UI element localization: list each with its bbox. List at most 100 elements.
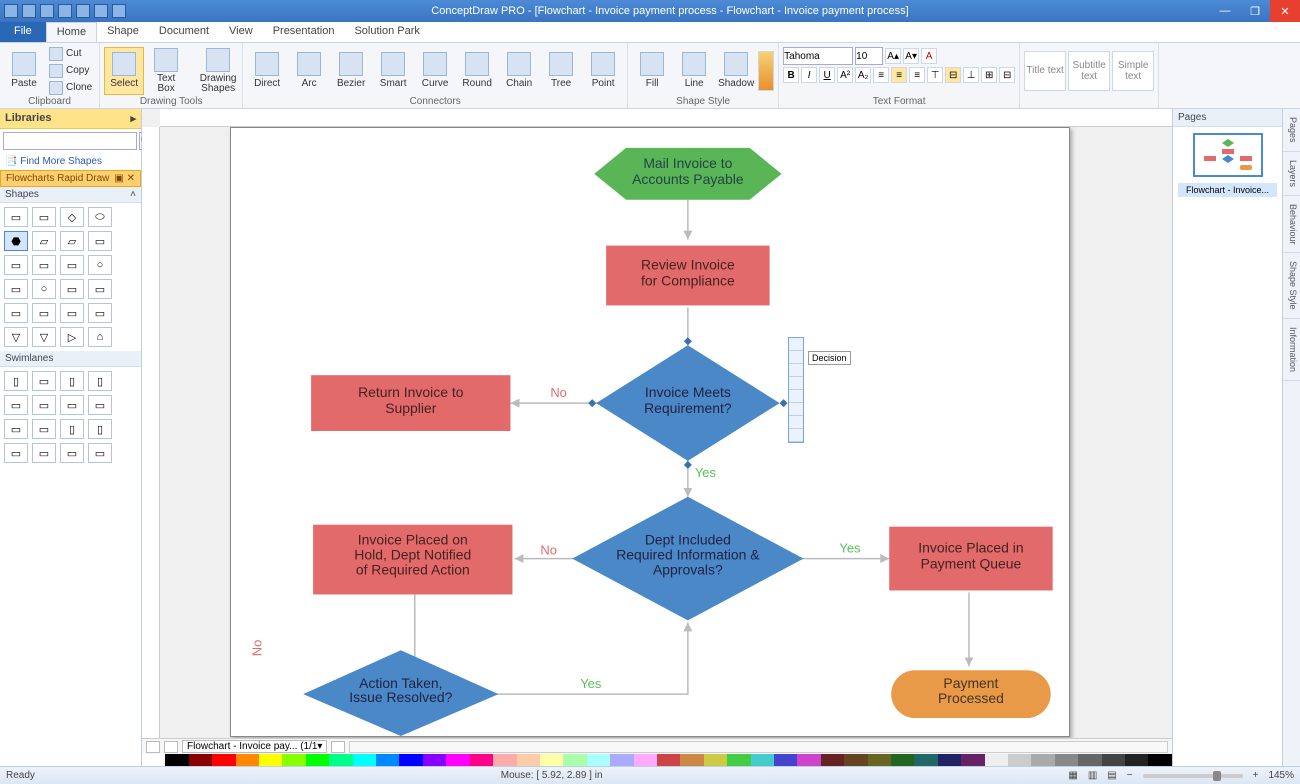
shape-item[interactable]: ▭: [88, 279, 112, 299]
close-button[interactable]: ✕: [1270, 0, 1300, 22]
float-btn[interactable]: [789, 429, 803, 442]
bezier-button[interactable]: Bezier: [331, 47, 371, 95]
shape-item[interactable]: ▭: [32, 419, 56, 439]
shape-item[interactable]: ▭: [60, 255, 84, 275]
collapse-icon[interactable]: ˄: [130, 189, 136, 200]
qat-btn[interactable]: [76, 4, 90, 18]
superscript-button[interactable]: A²: [837, 67, 853, 83]
valign-middle-button[interactable]: ⊟: [945, 67, 961, 83]
shape-item[interactable]: ▷: [60, 327, 84, 347]
shape-item[interactable]: ▭: [4, 255, 28, 275]
shape-item[interactable]: ▭: [4, 279, 28, 299]
shape-item[interactable]: ▽: [32, 327, 56, 347]
align-center-button[interactable]: ≡: [891, 67, 907, 83]
page-prev-button[interactable]: [164, 741, 178, 753]
shape-item[interactable]: ▯: [4, 371, 28, 391]
shape-item[interactable]: ▭: [32, 207, 56, 227]
zoom-slider[interactable]: [1143, 774, 1243, 778]
underline-button[interactable]: U: [819, 67, 835, 83]
align-left-button[interactable]: ≡: [873, 67, 889, 83]
search-input[interactable]: [3, 132, 137, 150]
shape-item[interactable]: ▭: [32, 371, 56, 391]
vtab-behaviour[interactable]: Behaviour: [1283, 196, 1300, 254]
shape-item[interactable]: ▭: [88, 231, 112, 251]
bold-button[interactable]: B: [783, 67, 799, 83]
shape-item[interactable]: ⌂: [88, 327, 112, 347]
shape-item[interactable]: ▭: [88, 303, 112, 323]
shape-item[interactable]: ▭: [4, 443, 28, 463]
shape-item[interactable]: ▭: [60, 303, 84, 323]
curve-button[interactable]: Curve: [415, 47, 455, 95]
page-thumbnail-name[interactable]: Flowchart - Invoice...: [1178, 183, 1277, 197]
smart-button[interactable]: Smart: [373, 47, 413, 95]
find-shapes-link[interactable]: 📑 Find More Shapes: [0, 153, 141, 170]
valign-bottom-button[interactable]: ⊥: [963, 67, 979, 83]
tab-home[interactable]: Home: [46, 22, 97, 42]
shape-item[interactable]: ▽: [4, 327, 28, 347]
zoom-out-button[interactable]: −: [1127, 770, 1133, 781]
shape-item[interactable]: ▭: [32, 395, 56, 415]
paste-button[interactable]: Paste: [4, 47, 44, 95]
shape-item[interactable]: ⬣: [4, 231, 28, 251]
shape-item[interactable]: ▱: [32, 231, 56, 251]
vtab-shape-style[interactable]: Shape Style: [1283, 253, 1300, 319]
tab-view[interactable]: View: [219, 22, 263, 42]
shape-item[interactable]: ▭: [60, 279, 84, 299]
italic-button[interactable]: I: [801, 67, 817, 83]
view-button[interactable]: ▦: [1068, 770, 1077, 781]
align-right-button[interactable]: ≡: [909, 67, 925, 83]
shape-item[interactable]: ▭: [88, 443, 112, 463]
float-btn[interactable]: [789, 377, 803, 390]
arc-button[interactable]: Arc: [289, 47, 329, 95]
shape-item[interactable]: ▭: [60, 395, 84, 415]
category-header[interactable]: Flowcharts Rapid Draw▣ ✕: [0, 170, 141, 187]
drawing-page[interactable]: No Yes No Yes No Yes Mail Invoice toAcco…: [230, 127, 1070, 737]
qat-btn[interactable]: [112, 4, 126, 18]
pin-icon[interactable]: ▸: [130, 112, 136, 125]
floating-toolbar[interactable]: [788, 337, 804, 443]
shape-item[interactable]: ▱: [60, 231, 84, 251]
shape-item[interactable]: ▯: [60, 371, 84, 391]
tab-file[interactable]: File: [0, 22, 46, 42]
maximize-button[interactable]: ❐: [1240, 0, 1270, 22]
indent-button[interactable]: ⊞: [981, 67, 997, 83]
tab-solution[interactable]: Solution Park: [344, 22, 429, 42]
float-btn[interactable]: [789, 338, 803, 351]
shape-item[interactable]: ▭: [4, 303, 28, 323]
shrink-font-button[interactable]: A▾: [903, 48, 919, 64]
vtab-information[interactable]: Information: [1283, 319, 1300, 381]
fill-button[interactable]: Fill: [632, 47, 672, 95]
shape-item[interactable]: ▯: [88, 371, 112, 391]
tab-document[interactable]: Document: [149, 22, 219, 42]
minimize-button[interactable]: —: [1210, 0, 1240, 22]
subtitle-text-style[interactable]: Subtitle text: [1068, 51, 1110, 91]
float-btn[interactable]: [789, 351, 803, 364]
vtab-pages[interactable]: Pages: [1283, 109, 1300, 152]
outdent-button[interactable]: ⊟: [999, 67, 1015, 83]
shape-item[interactable]: ▭: [4, 395, 28, 415]
hscrollbar[interactable]: [349, 741, 1168, 753]
line-button[interactable]: Line: [674, 47, 714, 95]
clone-button[interactable]: Clone: [46, 80, 95, 96]
grow-font-button[interactable]: A▴: [885, 48, 901, 64]
tab-presentation[interactable]: Presentation: [263, 22, 345, 42]
font-size-input[interactable]: [855, 47, 883, 65]
cut-button[interactable]: Cut: [46, 46, 95, 62]
textbox-button[interactable]: Text Box: [146, 47, 186, 95]
color-bar[interactable]: [142, 754, 1172, 766]
page-next-button[interactable]: [331, 741, 345, 753]
style-preview[interactable]: [758, 51, 774, 91]
swimlanes-subheader[interactable]: Swimlanes: [0, 351, 141, 367]
view-button[interactable]: ▥: [1088, 770, 1097, 781]
shape-item[interactable]: ▭: [32, 443, 56, 463]
drawing-shapes-button[interactable]: Drawing Shapes: [198, 47, 238, 95]
direct-button[interactable]: Direct: [247, 47, 287, 95]
page-first-button[interactable]: [146, 741, 160, 753]
qat-btn[interactable]: [94, 4, 108, 18]
copy-button[interactable]: Copy: [46, 63, 95, 79]
round-button[interactable]: Round: [457, 47, 497, 95]
shape-item[interactable]: ⬭: [88, 207, 112, 227]
shape-item[interactable]: ▭: [88, 395, 112, 415]
tree-button[interactable]: Tree: [541, 47, 581, 95]
font-name-input[interactable]: [783, 47, 853, 65]
